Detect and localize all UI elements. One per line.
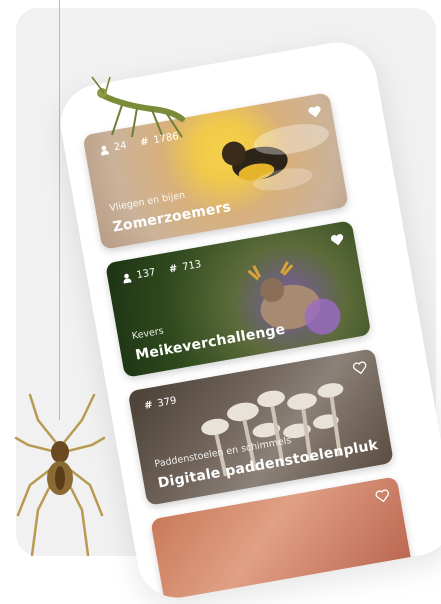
heart-outline-icon[interactable]: [352, 360, 368, 376]
mantis-illustration: [91, 76, 185, 138]
card-category: Kevers: [131, 325, 165, 342]
spider-thread: [59, 0, 60, 420]
hash-icon: #: [143, 399, 154, 412]
observations-count: 713: [181, 259, 203, 274]
participants-count: 137: [135, 267, 157, 282]
user-icon: [98, 144, 110, 156]
challenge-card-paddenstoelenpluk[interactable]: # 379 Paddenstoelen en schimmels Digital…: [127, 348, 394, 506]
heart-outline-icon[interactable]: [374, 488, 390, 504]
heart-icon[interactable]: [329, 232, 345, 248]
spider-illustration: [14, 393, 106, 557]
user-icon: [121, 272, 133, 284]
heart-icon[interactable]: [307, 104, 323, 120]
hash-icon: #: [168, 263, 179, 276]
challenge-card-meikeverchallenge[interactable]: 137 # 713 Kevers Meikeverchallenge: [105, 220, 372, 378]
card-stats: 137 # 713: [121, 259, 202, 284]
